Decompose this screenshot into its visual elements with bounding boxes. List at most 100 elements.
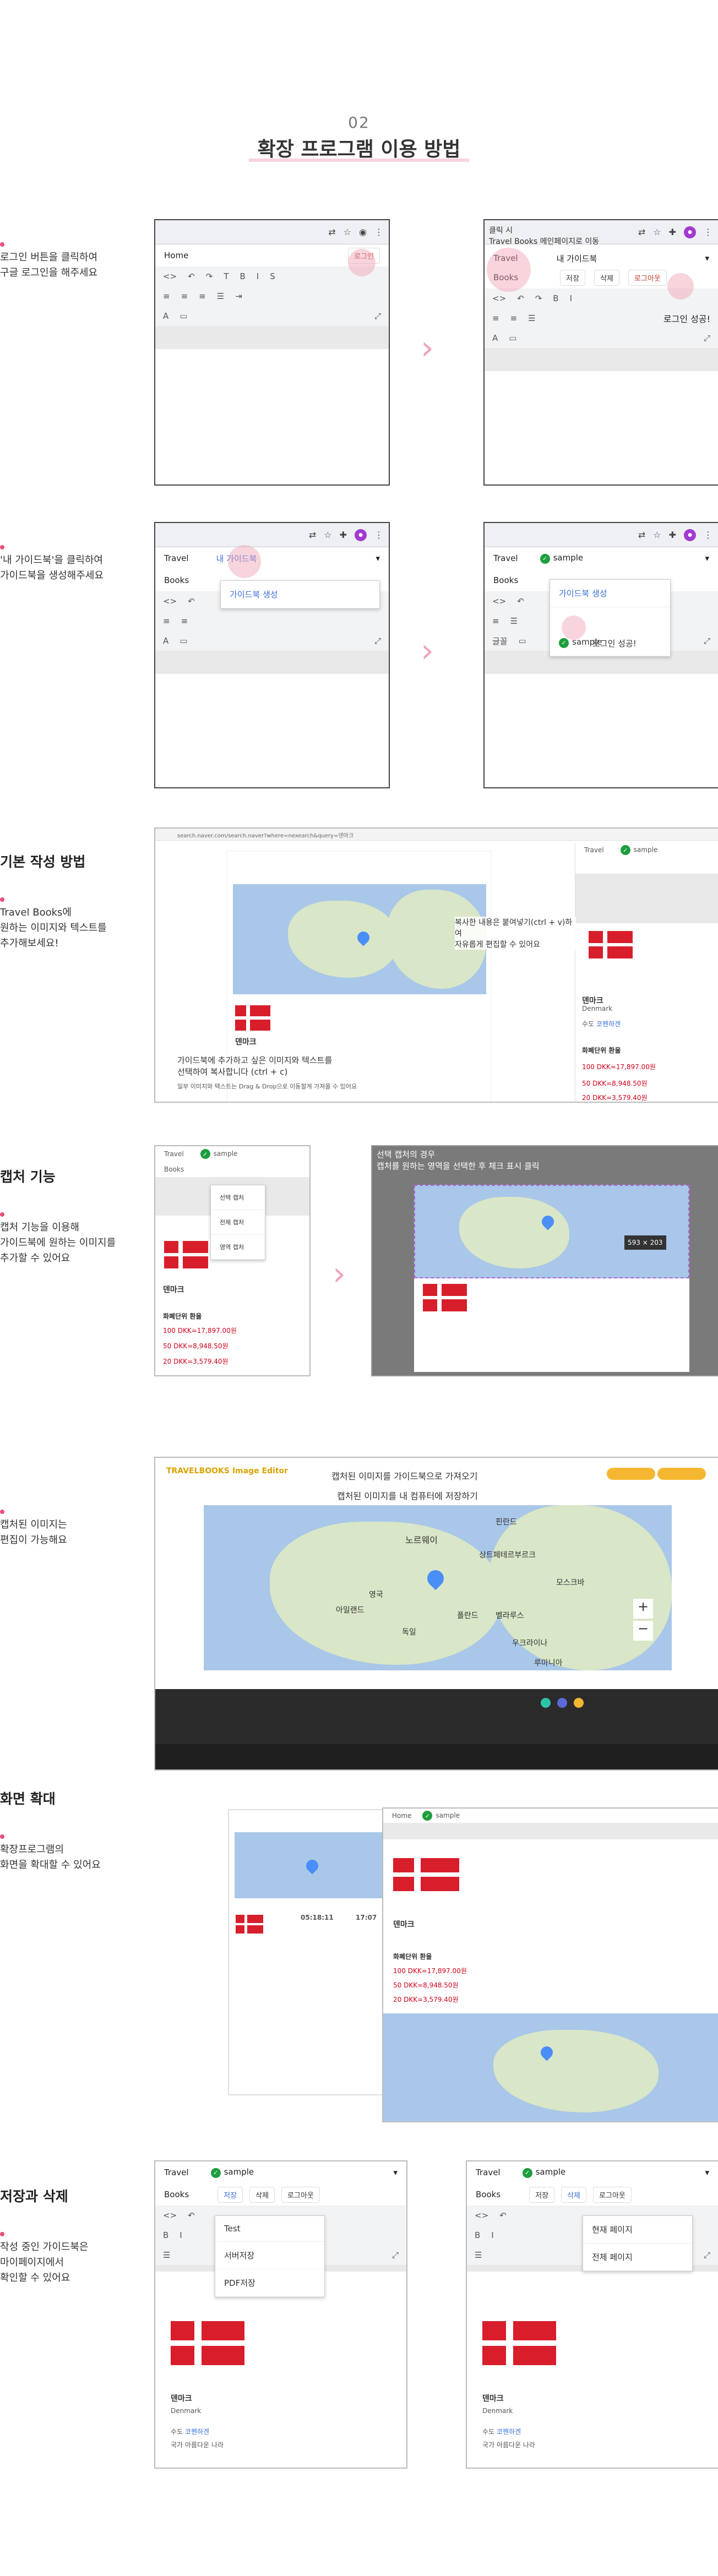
puzzle-icon[interactable]: ✚	[669, 227, 676, 237]
color-swatch-blue[interactable]	[557, 1698, 567, 1708]
address-bar[interactable]: search.naver.com/search.naver?where=nexe…	[155, 829, 718, 841]
image-icon[interactable]: ▭	[180, 311, 187, 321]
expand-icon[interactable]: ⤢	[374, 636, 381, 646]
delete-button[interactable]: 삭제	[561, 2186, 586, 2203]
save-menu-item[interactable]: Test	[215, 2216, 324, 2242]
translate-icon[interactable]: ⇄	[328, 227, 335, 237]
list-icon[interactable]: ☰	[528, 313, 535, 323]
italic-icon[interactable]: I	[257, 271, 259, 281]
bold-icon[interactable]: B	[240, 271, 245, 281]
undo-icon[interactable]: ↶	[517, 293, 524, 303]
color-swatch-yellow[interactable]	[574, 1698, 584, 1708]
area-capture-item[interactable]: 영역 캡처	[211, 1235, 265, 1260]
star-icon[interactable]: ☆	[653, 530, 661, 540]
align-left-icon[interactable]: ≡	[163, 616, 170, 626]
code-icon[interactable]: <>	[163, 2210, 177, 2220]
list-icon[interactable]: ☰	[163, 2250, 170, 2260]
guidebook-select[interactable]: ✓ sample	[540, 553, 583, 564]
expand-icon[interactable]: ⤢	[704, 2250, 710, 2260]
bold-icon[interactable]: B	[163, 2230, 168, 2240]
undo-icon[interactable]: ↶	[188, 596, 195, 606]
import-button[interactable]	[607, 1468, 655, 1480]
code-icon[interactable]: <>	[492, 293, 506, 303]
download-button[interactable]	[657, 1468, 706, 1480]
expand-icon[interactable]: ⤢	[704, 333, 710, 343]
chevron-down-icon[interactable]: ▾	[376, 553, 380, 563]
delete-all-pages-item[interactable]: 전체 페이지	[583, 2243, 692, 2271]
italic-icon[interactable]: I	[570, 293, 572, 303]
font-icon[interactable]: A	[163, 636, 168, 646]
align-right-icon[interactable]: ≡	[199, 291, 206, 301]
avatar[interactable]: ●	[684, 529, 696, 541]
expand-icon[interactable]: ⤢	[704, 636, 710, 646]
indent-icon[interactable]: ⇥	[235, 291, 242, 301]
italic-icon[interactable]: I	[180, 2230, 182, 2240]
align-center-icon[interactable]: ≡	[181, 616, 188, 626]
save-button[interactable]: 저장	[560, 269, 586, 286]
save-button[interactable]: 저장	[217, 2186, 243, 2203]
expand-icon[interactable]: ⤢	[392, 2250, 399, 2260]
more-icon[interactable]: ⋮	[704, 530, 712, 540]
chevron-down-icon[interactable]: ▾	[705, 253, 709, 263]
translate-icon[interactable]: ⇄	[638, 530, 645, 540]
bold-icon[interactable]: B	[553, 293, 558, 303]
more-icon[interactable]: ⋮	[374, 227, 383, 237]
chevron-down-icon[interactable]: ▾	[393, 2167, 398, 2177]
align-center-icon[interactable]: ≡	[510, 313, 518, 323]
redo-icon[interactable]: ↷	[206, 271, 213, 281]
italic-icon[interactable]: I	[491, 2230, 493, 2240]
chevron-down-icon[interactable]: ▾	[705, 553, 709, 563]
bold-icon[interactable]: B	[475, 2230, 480, 2240]
image-icon[interactable]: ▭	[509, 333, 516, 343]
create-guidebook-item[interactable]: 가이드북 생성	[550, 580, 670, 607]
avatar[interactable]: ●	[355, 529, 367, 541]
guidebook-select[interactable]: 내 가이드북	[557, 253, 705, 264]
expand-icon[interactable]: ⤢	[374, 311, 381, 321]
format-icon[interactable]: T	[224, 271, 229, 281]
full-capture-item[interactable]: 전체 캡처	[211, 1210, 265, 1235]
font-icon[interactable]: A	[163, 311, 168, 321]
logout-button[interactable]: 로그아웃	[628, 269, 667, 286]
code-icon[interactable]: <>	[492, 596, 506, 606]
undo-icon[interactable]: ↶	[188, 2210, 195, 2220]
avatar[interactable]: ●	[684, 226, 696, 238]
account-icon[interactable]: ◉	[359, 227, 367, 237]
image-icon[interactable]: ▭	[180, 636, 187, 646]
puzzle-icon[interactable]: ✚	[340, 530, 347, 540]
image-icon[interactable]: ▭	[519, 636, 526, 646]
save-menu-item[interactable]: 서버저장	[215, 2242, 324, 2269]
translate-icon[interactable]: ⇄	[638, 227, 645, 237]
zoom-out-icon[interactable]: −	[633, 1621, 653, 1641]
strike-icon[interactable]: S	[270, 271, 275, 281]
chevron-down-icon[interactable]: ▾	[705, 2167, 709, 2177]
align-left-icon[interactable]: ≡	[492, 313, 499, 323]
save-menu-item[interactable]: PDF저장	[215, 2269, 324, 2297]
align-left-icon[interactable]: ≡	[492, 616, 499, 626]
puzzle-icon[interactable]: ✚	[669, 530, 676, 540]
delete-button[interactable]: 삭제	[249, 2186, 275, 2203]
capture-selection[interactable]: 593 × 203	[414, 1185, 689, 1278]
code-icon[interactable]: <>	[475, 2210, 488, 2220]
more-icon[interactable]: ⋮	[374, 530, 383, 540]
star-icon[interactable]: ☆	[344, 227, 351, 237]
undo-icon[interactable]: ↶	[188, 271, 195, 281]
zoom-in-icon[interactable]: +	[633, 1599, 653, 1619]
redo-icon[interactable]: ↷	[535, 293, 542, 303]
create-guidebook-item[interactable]: 가이드북 생성	[221, 581, 379, 608]
translate-icon[interactable]: ⇄	[309, 530, 316, 540]
color-swatch-teal[interactable]	[541, 1698, 551, 1708]
home-label[interactable]: Home	[164, 250, 188, 260]
delete-button[interactable]: 삭제	[594, 269, 619, 286]
delete-current-page-item[interactable]: 현재 페이지	[583, 2216, 692, 2243]
star-icon[interactable]: ☆	[653, 227, 661, 237]
undo-icon[interactable]: ↶	[517, 596, 524, 606]
font-select[interactable]: 글꼴	[492, 635, 508, 647]
align-center-icon[interactable]: ≡	[181, 291, 188, 301]
list-icon[interactable]: ☰	[217, 291, 224, 301]
font-icon[interactable]: A	[492, 333, 498, 343]
undo-icon[interactable]: ↶	[499, 2210, 507, 2220]
more-icon[interactable]: ⋮	[704, 227, 712, 237]
align-left-icon[interactable]: ≡	[163, 291, 170, 301]
list-icon[interactable]: ☰	[510, 616, 518, 626]
list-icon[interactable]: ☰	[475, 2250, 482, 2260]
